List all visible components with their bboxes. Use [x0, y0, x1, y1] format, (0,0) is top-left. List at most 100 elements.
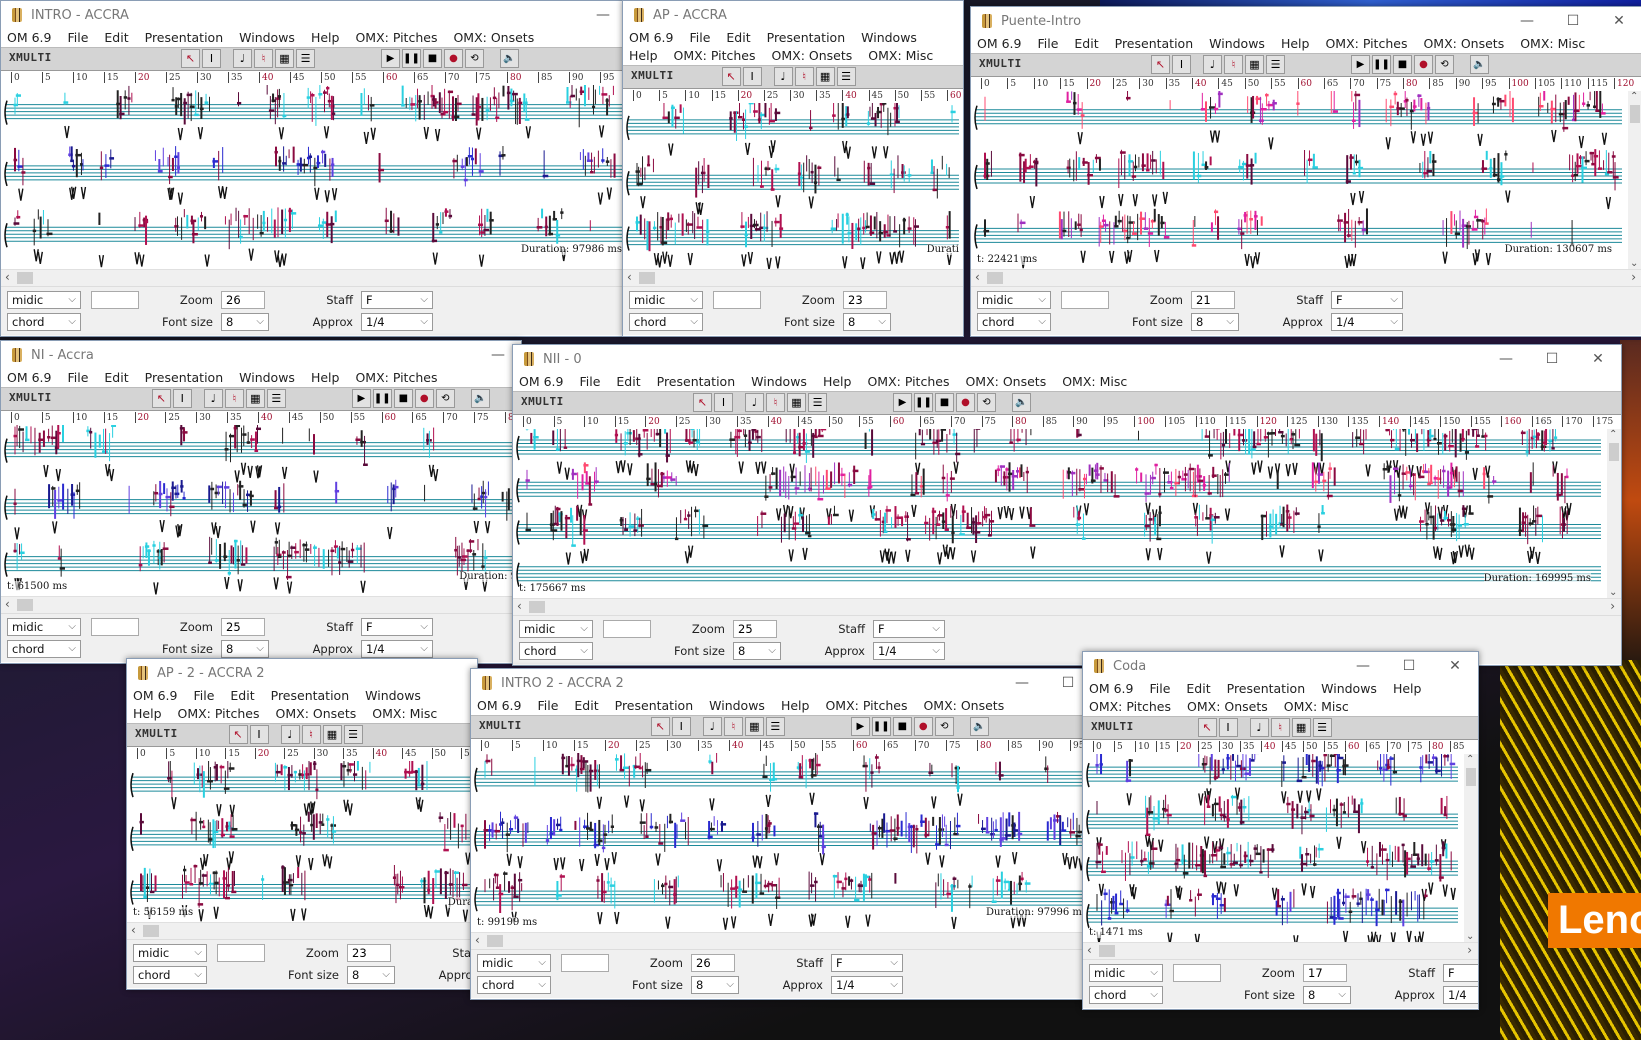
text-tool-button[interactable]: I: [742, 67, 762, 86]
scroll-down-icon[interactable]: ⌄: [1466, 931, 1474, 942]
menu-item-windows[interactable]: Windows: [1209, 35, 1265, 53]
close-button[interactable]: ✕: [1432, 652, 1478, 680]
horizontal-scrollbar[interactable]: ‹ ›: [971, 269, 1641, 286]
menu-item-omx-onsets[interactable]: OMX: Onsets: [453, 29, 534, 47]
scroll-up-icon[interactable]: ⌃: [1609, 429, 1617, 440]
score-area[interactable]: t: 175667 ms Duration: 169995 ms ⌃ ⌄: [513, 429, 1621, 598]
alteration-tool-button[interactable]: ♮: [766, 393, 785, 412]
maximize-button[interactable]: ☐: [1550, 7, 1596, 35]
value-field[interactable]: [603, 620, 651, 638]
menu-item-om-6-9[interactable]: OM 6.9: [977, 35, 1021, 53]
alteration-tool-button[interactable]: ♮: [301, 725, 321, 744]
time-ruler[interactable]: 0 5 10 15 20 25 30 35 40 45 50 55 60 65 70 75 80 85 90 95 10…: [513, 415, 1621, 429]
staff-view-button[interactable]: ☰: [343, 725, 363, 744]
display-mode-select[interactable]: chord ⌵: [133, 966, 207, 984]
vertical-scrollbar[interactable]: ⌃ ⌄: [1464, 754, 1478, 942]
menu-item-help[interactable]: Help: [133, 705, 162, 723]
pause-button[interactable]: ❚❚: [402, 49, 421, 68]
menu-item-presentation[interactable]: Presentation: [1227, 680, 1306, 698]
staff-view-button[interactable]: ☰: [1266, 55, 1285, 74]
menu-item-windows[interactable]: Windows: [239, 29, 295, 47]
menu-item-omx-pitches[interactable]: OMX: Pitches: [674, 47, 756, 65]
select-tool-button[interactable]: ↖: [1197, 718, 1217, 737]
menu-item-edit[interactable]: Edit: [230, 687, 254, 705]
approx-select[interactable]: 1/4⌵: [831, 976, 903, 994]
close-button[interactable]: ✕: [1596, 7, 1641, 35]
value-field[interactable]: [91, 618, 139, 636]
score-area[interactable]: t: 22421 ms Duration: 130607 ms ⌃ ⌄: [971, 91, 1641, 269]
menu-item-help[interactable]: Help: [311, 369, 340, 387]
horizontal-scrollbar[interactable]: ‹: [623, 269, 963, 286]
font-size-select[interactable]: 8 ⌵: [221, 640, 269, 658]
vertical-scrollbar[interactable]: ⌃ ⌄: [1628, 91, 1641, 269]
minimize-button[interactable]: —: [1504, 7, 1550, 35]
pause-button[interactable]: ❚❚: [1372, 55, 1391, 74]
alteration-tool-button[interactable]: ♮: [1224, 55, 1243, 74]
scroll-thumb[interactable]: [1630, 105, 1640, 123]
menu-item-omx-onsets[interactable]: OMX: Onsets: [1187, 698, 1268, 716]
menu-item-help[interactable]: Help: [629, 47, 658, 65]
zoom-field[interactable]: 21: [1191, 291, 1235, 309]
scroll-thumb[interactable]: [17, 272, 33, 284]
select-tool-button[interactable]: ↖: [228, 725, 248, 744]
note-tool-button[interactable]: ♩: [280, 725, 300, 744]
score-area[interactable]: Durati: [623, 103, 963, 269]
title-bar[interactable]: Coda — ☐ ✕: [1083, 652, 1478, 680]
text-tool-button[interactable]: I: [172, 389, 192, 408]
alteration-tool-button[interactable]: ♮: [794, 67, 814, 86]
mute-button[interactable]: 🔈: [1012, 393, 1031, 412]
menu-item-omx-onsets[interactable]: OMX: Onsets: [276, 705, 357, 723]
menu-item-om-6-9[interactable]: OM 6.9: [629, 29, 673, 47]
select-tool-button[interactable]: ↖: [721, 67, 741, 86]
record-button[interactable]: ●: [956, 393, 975, 412]
score-area[interactable]: t: 61500 ms Duration: 9: [1, 425, 521, 596]
approx-select[interactable]: 1/4⌵: [361, 640, 433, 658]
text-tool-button[interactable]: I: [1218, 718, 1238, 737]
menu-item-file[interactable]: File: [689, 29, 710, 47]
score-view-button[interactable]: ▦: [322, 725, 342, 744]
scroll-thumb[interactable]: [1609, 443, 1619, 461]
pitch-mode-select[interactable]: midic ⌵: [519, 620, 593, 638]
record-button[interactable]: ●: [444, 49, 463, 68]
scroll-left-icon[interactable]: ‹: [1087, 943, 1092, 957]
score-view-button[interactable]: ▦: [1291, 718, 1311, 737]
staff-view-button[interactable]: ☰: [266, 389, 286, 408]
title-bar[interactable]: AP - 2 - ACCRA 2: [127, 659, 477, 687]
menu-item-windows[interactable]: Windows: [365, 687, 421, 705]
scroll-up-icon[interactable]: ⌃: [1466, 754, 1474, 765]
menu-item-help[interactable]: Help: [781, 697, 810, 715]
note-tool-button[interactable]: ♩: [1249, 718, 1269, 737]
menu-item-om-6-9[interactable]: OM 6.9: [7, 29, 51, 47]
staff-select[interactable]: F⌵: [1443, 964, 1478, 982]
minimize-button[interactable]: —: [1340, 652, 1386, 680]
time-ruler[interactable]: 0510152025303540455055: [127, 747, 477, 761]
play-button[interactable]: ▶: [850, 717, 870, 736]
select-tool-button[interactable]: ↖: [650, 717, 670, 736]
menu-item-omx-onsets[interactable]: OMX: Onsets: [965, 373, 1046, 391]
mute-button[interactable]: 🔈: [470, 389, 490, 408]
time-ruler[interactable]: 0 5 10 15 20 25 30 35 40 45 50 55 60 65 70 75 80 85 90 95: [471, 739, 1091, 753]
menu-item-edit[interactable]: Edit: [104, 369, 128, 387]
menu-item-presentation[interactable]: Presentation: [615, 697, 694, 715]
scroll-left-icon[interactable]: ‹: [131, 923, 136, 937]
menu-item-presentation[interactable]: Presentation: [657, 373, 736, 391]
scroll-thumb[interactable]: [529, 601, 545, 613]
menu-item-file[interactable]: File: [579, 373, 600, 391]
menu-item-edit[interactable]: Edit: [1074, 35, 1098, 53]
staff-select[interactable]: F⌵: [831, 954, 903, 972]
approx-select[interactable]: 1/4⌵: [873, 642, 945, 660]
loop-button[interactable]: ⟲: [934, 717, 954, 736]
menu-item-file[interactable]: File: [67, 369, 88, 387]
pitch-mode-select[interactable]: midic ⌵: [7, 291, 81, 309]
display-mode-select[interactable]: chord ⌵: [477, 976, 551, 994]
zoom-field[interactable]: 26: [691, 954, 735, 972]
pitch-mode-select[interactable]: midic ⌵: [7, 618, 81, 636]
value-field[interactable]: [1173, 964, 1221, 982]
display-mode-select[interactable]: chord ⌵: [519, 642, 593, 660]
scroll-thumb[interactable]: [143, 925, 159, 937]
loop-button[interactable]: ⟲: [977, 393, 996, 412]
text-tool-button[interactable]: I: [1172, 55, 1191, 74]
pitch-mode-select[interactable]: midic ⌵: [629, 291, 703, 309]
display-mode-select[interactable]: chord ⌵: [977, 313, 1051, 331]
menu-item-help[interactable]: Help: [311, 29, 340, 47]
